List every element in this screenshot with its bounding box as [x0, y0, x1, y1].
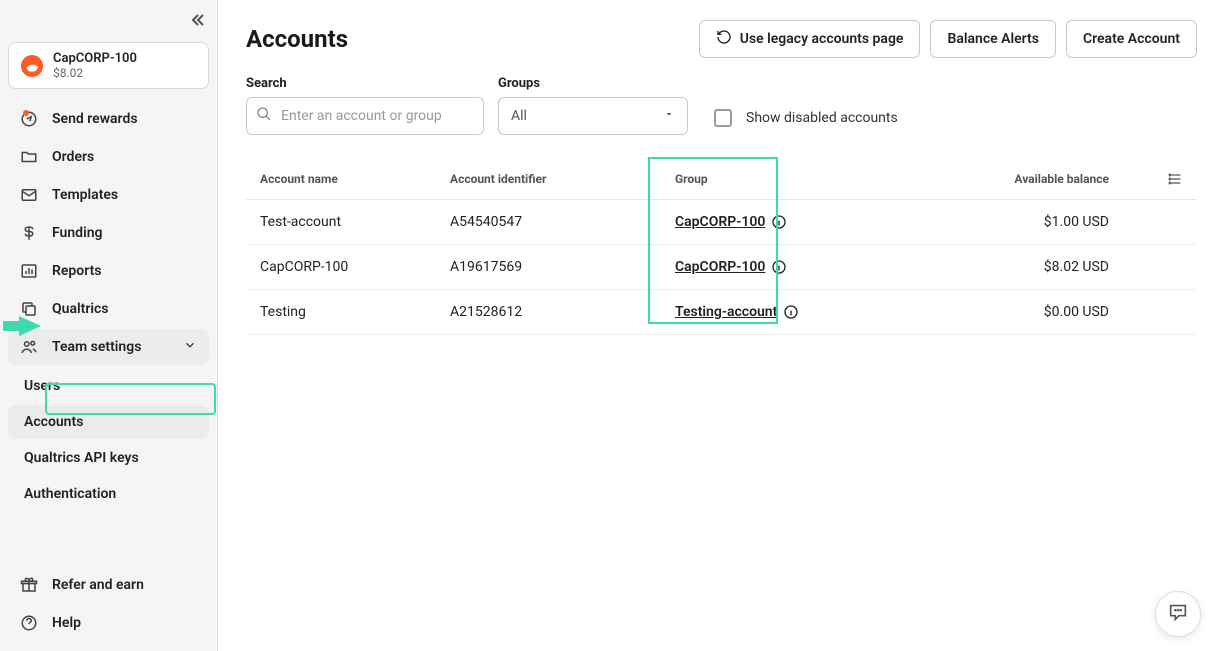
create-account-button[interactable]: Create Account — [1066, 20, 1197, 58]
cell-balance: $8.02 USD — [1010, 259, 1159, 275]
group-link[interactable]: CapCORP-100 — [675, 259, 787, 275]
folder-icon — [20, 148, 38, 166]
info-icon — [783, 304, 799, 320]
chevron-down-icon — [663, 108, 675, 124]
org-name: CapCORP-100 — [53, 51, 137, 66]
nav-label: Qualtrics — [52, 301, 109, 317]
nav-label: Team settings — [52, 339, 141, 355]
send-rewards-icon — [20, 110, 38, 128]
chat-icon — [1167, 601, 1189, 627]
nav-label: Refer and earn — [52, 577, 144, 593]
chart-icon — [20, 262, 38, 280]
main-content: Accounts Use legacy accounts page Balanc… — [218, 0, 1225, 651]
cell-identifier: A19617569 — [450, 259, 675, 275]
balance-alerts-button[interactable]: Balance Alerts — [930, 20, 1056, 58]
cell-name: Testing — [260, 304, 450, 320]
cell-group: CapCORP-100 — [675, 259, 1010, 275]
cell-name: CapCORP-100 — [260, 259, 450, 275]
org-balance: $8.02 — [53, 66, 137, 80]
org-selector[interactable]: CapCORP-100 $8.02 — [8, 42, 209, 89]
column-settings-icon[interactable] — [1159, 171, 1183, 187]
cell-group: CapCORP-100 — [675, 214, 1010, 230]
nav-label: Templates — [52, 187, 118, 203]
search-icon — [256, 106, 272, 126]
chat-fab[interactable] — [1155, 591, 1201, 637]
subnav-users[interactable]: Users — [8, 369, 209, 403]
cell-balance: $0.00 USD — [1010, 304, 1159, 320]
info-icon — [771, 214, 787, 230]
page-title: Accounts — [246, 25, 348, 53]
subnav-authentication[interactable]: Authentication — [8, 477, 209, 511]
nav-label: Send rewards — [52, 111, 138, 127]
gift-icon — [20, 576, 38, 594]
table-row[interactable]: CapCORP-100 A19617569 CapCORP-100 $8.02 … — [246, 245, 1197, 290]
group-link[interactable]: CapCORP-100 — [675, 214, 787, 230]
org-logo-icon — [21, 55, 43, 77]
col-header-balance: Available balance — [1010, 172, 1159, 186]
table-row[interactable]: Test-account A54540547 CapCORP-100 $1.00… — [246, 200, 1197, 245]
nav-label: Help — [52, 615, 81, 631]
accounts-table: Account name Account identifier Group Av… — [246, 171, 1197, 335]
info-icon — [771, 259, 787, 275]
group-link[interactable]: Testing-account — [675, 304, 799, 320]
nav-funding[interactable]: Funding — [8, 215, 209, 251]
cell-balance: $1.00 USD — [1010, 214, 1159, 230]
nav-label: Orders — [52, 149, 94, 165]
nav-help[interactable]: Help — [8, 605, 209, 641]
nav-send-rewards[interactable]: Send rewards — [8, 101, 209, 137]
pointer-arrow-icon — [3, 314, 41, 342]
chevron-down-icon — [183, 338, 197, 356]
search-label: Search — [246, 76, 484, 91]
nav-templates[interactable]: Templates — [8, 177, 209, 213]
nav-orders[interactable]: Orders — [8, 139, 209, 175]
show-disabled-checkbox[interactable] — [714, 109, 732, 127]
undo-icon — [716, 29, 732, 49]
nav-refer[interactable]: Refer and earn — [8, 567, 209, 603]
col-header-group: Group — [675, 172, 1010, 186]
nav-label: Funding — [52, 225, 102, 241]
cell-identifier: A54540547 — [450, 214, 675, 230]
dollar-icon — [20, 224, 38, 242]
search-input[interactable] — [246, 97, 484, 135]
cell-group: Testing-account — [675, 304, 1010, 320]
show-disabled-label: Show disabled accounts — [746, 110, 898, 126]
table-row[interactable]: Testing A21528612 Testing-account $0.00 … — [246, 290, 1197, 335]
collapse-sidebar-icon[interactable] — [189, 12, 205, 32]
groups-label: Groups — [498, 76, 688, 91]
mail-icon — [20, 186, 38, 204]
nav-reports[interactable]: Reports — [8, 253, 209, 289]
subnav-api-keys[interactable]: Qualtrics API keys — [8, 441, 209, 475]
cell-identifier: A21528612 — [450, 304, 675, 320]
legacy-accounts-button[interactable]: Use legacy accounts page — [699, 20, 921, 58]
col-header-name: Account name — [260, 172, 450, 186]
help-icon — [20, 614, 38, 632]
groups-dropdown[interactable]: All — [498, 97, 688, 135]
col-header-id: Account identifier — [450, 172, 675, 186]
subnav-accounts[interactable]: Accounts — [8, 405, 209, 439]
cell-name: Test-account — [260, 214, 450, 230]
nav-label: Reports — [52, 263, 102, 279]
